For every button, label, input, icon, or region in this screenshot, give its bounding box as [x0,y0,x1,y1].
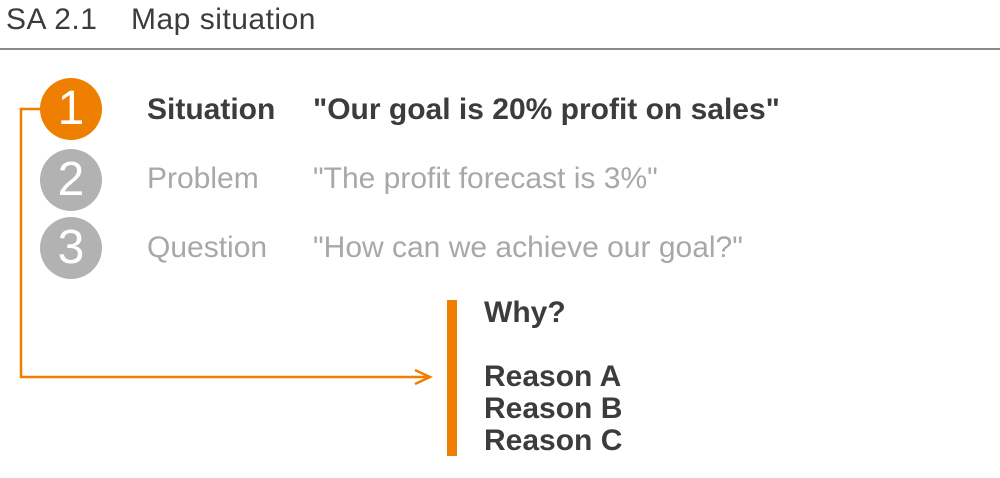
step-1-circle: 1 [40,78,102,140]
step-2-number: 2 [57,153,85,206]
why-question: Why? [484,296,566,329]
step-3-label: Question [147,231,268,264]
step-2-label: Problem [147,162,259,195]
step-3-quote: "How can we achieve our goal?" [313,231,743,264]
step-2-quote: "The profit forecast is 3%" [313,162,658,195]
step-3-number: 3 [57,221,85,274]
step-2-circle: 2 [40,149,102,211]
analysis-bar [447,300,457,456]
step-1-quote: "Our goal is 20% profit on sales" [313,93,780,126]
reason-item: Reason C [484,424,623,457]
reason-item: Reason B [484,392,623,425]
step-1-number: 1 [57,82,85,135]
step-3-circle: 3 [40,217,102,279]
step-1-label: Situation [147,93,276,126]
reason-item: Reason A [484,360,622,393]
reasons-list: Reason A Reason B Reason C [484,361,622,457]
